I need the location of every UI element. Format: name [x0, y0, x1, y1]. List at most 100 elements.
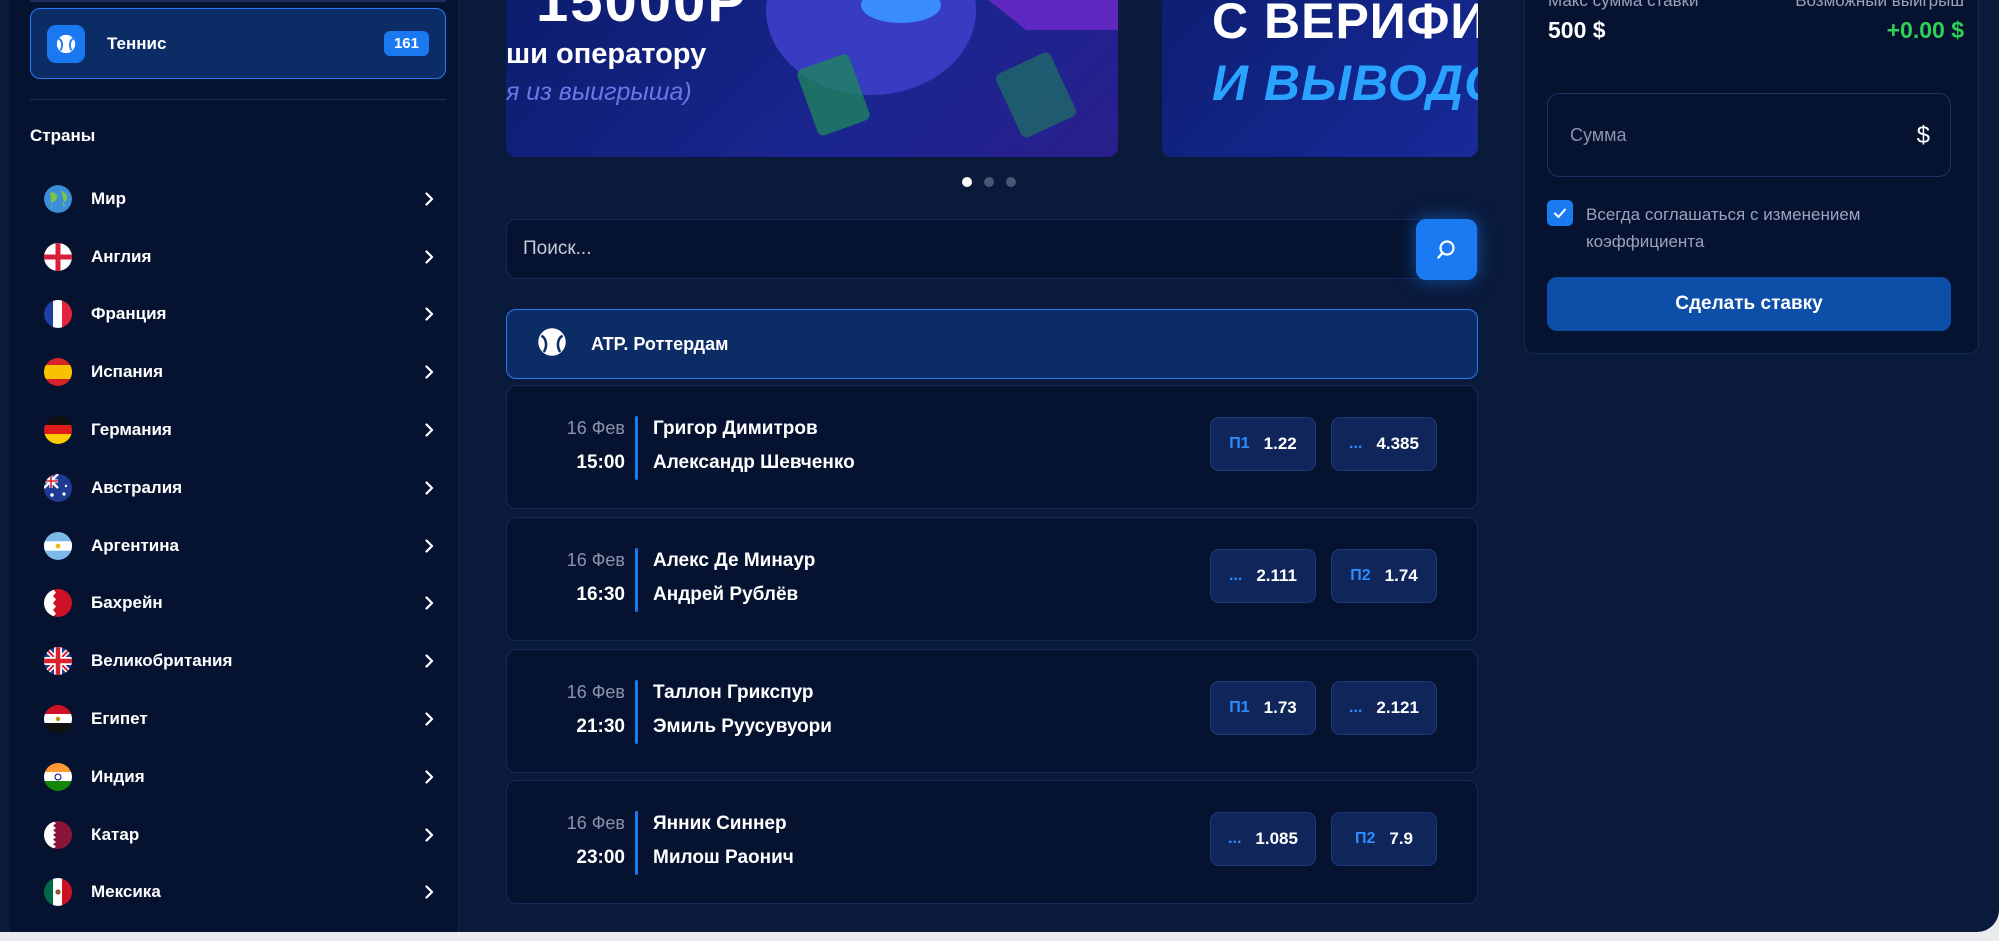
odds-value: 1.74 — [1384, 566, 1418, 585]
league-header[interactable]: ATP. Роттердам — [506, 309, 1478, 379]
banner-headline: 15000P — [536, 0, 748, 34]
country-item[interactable]: Индия — [30, 748, 446, 806]
currency-symbol: $ — [1916, 122, 1930, 149]
player-2: Милош Раонич — [653, 847, 794, 868]
app-window: Теннис 161 Страны Мир Англия Франция Испани… — [0, 0, 1999, 932]
flag-egypt-icon — [44, 705, 72, 734]
odds-value: 4.385 — [1376, 434, 1419, 453]
country-item[interactable]: Австралия — [30, 459, 446, 517]
chevron-right-icon — [425, 596, 434, 611]
match-row[interactable]: 16 Фев 23:00 Янник Синнер Милош Раонич... 1.… — [506, 780, 1478, 904]
max-stake-label: Макс сумма ставки — [1548, 0, 1699, 10]
match-time: 23:00 — [576, 847, 625, 868]
match-time: 15:00 — [576, 452, 625, 473]
odds-button[interactable]: П2 7.9 — [1331, 812, 1437, 866]
tennis-ball-icon — [47, 24, 85, 63]
banner-text: ши оператору — [506, 38, 707, 70]
odds-button[interactable]: П1 1.22 — [1210, 417, 1316, 471]
country-item[interactable]: Мир — [30, 170, 446, 228]
player-2: Эмиль Руусувуори — [653, 716, 832, 737]
country-item[interactable]: Англия — [30, 228, 446, 286]
carousel-dot[interactable] — [962, 177, 972, 187]
country-item[interactable]: Катар — [30, 806, 446, 864]
player-1: Григор Димитров — [653, 418, 818, 439]
countries-heading: Страны — [30, 126, 96, 145]
main-content: 15000P ши оператору я из выигрыша) С ВЕР… — [506, 0, 1478, 932]
carousel-dot[interactable] — [1006, 177, 1016, 187]
odds-button[interactable]: ... 2.111 — [1210, 549, 1316, 603]
flag-france-icon — [44, 300, 72, 329]
chevron-right-icon — [425, 770, 434, 784]
tennis-ball-icon — [537, 327, 567, 362]
country-name: Франция — [91, 304, 167, 324]
odds-key: ... — [1349, 699, 1363, 716]
search-button[interactable] — [1416, 219, 1477, 280]
chevron-right-icon — [425, 250, 434, 264]
odds-button[interactable]: П2 1.74 — [1331, 549, 1437, 603]
player-2: Александр Шевченко — [653, 452, 855, 473]
match-row[interactable]: 16 Фев 16:30 Алекс Де Минаур Андрей Рублёв.… — [506, 517, 1478, 641]
possible-win-label: Возможный выигрыш — [1795, 0, 1964, 10]
country-name: Бахрейн — [91, 593, 163, 613]
place-bet-button[interactable]: Сделать ставку — [1547, 277, 1951, 331]
country-name: Мексика — [91, 882, 161, 902]
bet-slip: Макс сумма ставки Возможный выигрыш 500 … — [1524, 0, 1979, 354]
search-bar — [506, 219, 1478, 280]
country-item[interactable]: Великобритания — [30, 632, 446, 690]
chevron-right-icon — [425, 307, 434, 322]
player-1: Таллон Грикспур — [653, 682, 814, 703]
country-item[interactable]: Аргентина — [30, 517, 446, 575]
odds-button[interactable]: ... 4.385 — [1331, 417, 1437, 471]
flag-spain-icon — [44, 358, 72, 387]
country-name: Мир — [91, 188, 126, 208]
flag-qatar-icon — [44, 820, 72, 849]
chevron-right-icon — [425, 654, 434, 668]
odds-button[interactable]: ... 1.085 — [1210, 812, 1316, 866]
search-input[interactable] — [523, 220, 1383, 278]
match-row[interactable]: 16 Фев 15:00 Григор Димитров Александр Шевч… — [506, 385, 1478, 509]
flag-uk-icon — [44, 647, 72, 676]
odds-key: П2 — [1354, 830, 1376, 847]
chevron-right-icon — [425, 481, 434, 495]
sport-tennis-item[interactable]: Теннис 161 — [30, 8, 446, 79]
promo-banner-2[interactable]: С ВЕРИФИ И ВЫВОДО — [1162, 0, 1478, 157]
flag-globe-icon — [44, 184, 72, 213]
country-name: Англия — [91, 246, 152, 266]
chevron-right-icon — [425, 828, 434, 842]
divider — [635, 416, 638, 480]
match-date: 16 Фев — [566, 418, 625, 438]
chevron-right-icon — [425, 712, 434, 726]
match-date: 16 Фев — [566, 682, 625, 702]
odds-value: 7.9 — [1389, 829, 1414, 848]
amount-input[interactable] — [1570, 94, 1890, 176]
country-name: Германия — [91, 420, 172, 440]
max-stake-value: 500 $ — [1548, 17, 1606, 43]
banner-headline: С ВЕРИФИ — [1212, 0, 1478, 49]
country-item[interactable]: Египет — [30, 690, 446, 748]
match-row[interactable]: 16 Фев 21:30 Таллон Грикспур Эмиль Руусувуо… — [506, 649, 1478, 773]
agree-checkbox[interactable] — [1547, 200, 1573, 226]
flag-mexico-icon — [44, 878, 72, 907]
country-name: Аргентина — [91, 535, 179, 555]
chevron-right-icon — [425, 885, 434, 900]
league-name: ATP. Роттердам — [591, 333, 729, 354]
window-bottom-edge — [0, 932, 1999, 941]
odds-value: 1.73 — [1263, 698, 1297, 717]
country-list: Мир Англия Франция Испания Германия Австралия… — [30, 170, 446, 921]
odds-button[interactable]: П1 1.73 — [1210, 681, 1316, 735]
amount-field: $ — [1547, 93, 1951, 177]
match-date: 16 Фев — [566, 813, 625, 833]
flag-argentina-icon — [44, 531, 72, 560]
country-item[interactable]: Испания — [30, 343, 446, 401]
promo-banner-1[interactable]: 15000P ши оператору я из выигрыша) — [506, 0, 1118, 157]
country-item[interactable]: Мексика — [30, 864, 446, 922]
country-item[interactable]: Франция — [30, 286, 446, 344]
agree-label: Всегда соглашаться с изменением коэффици… — [1586, 205, 1861, 251]
country-item[interactable]: Бахрейн — [30, 575, 446, 633]
divider — [30, 0, 446, 2]
country-item[interactable]: Германия — [30, 401, 446, 459]
carousel-dot[interactable] — [984, 177, 994, 187]
odds-button[interactable]: ... 2.121 — [1331, 681, 1437, 735]
country-name: Индия — [91, 766, 145, 786]
divider — [635, 811, 638, 875]
